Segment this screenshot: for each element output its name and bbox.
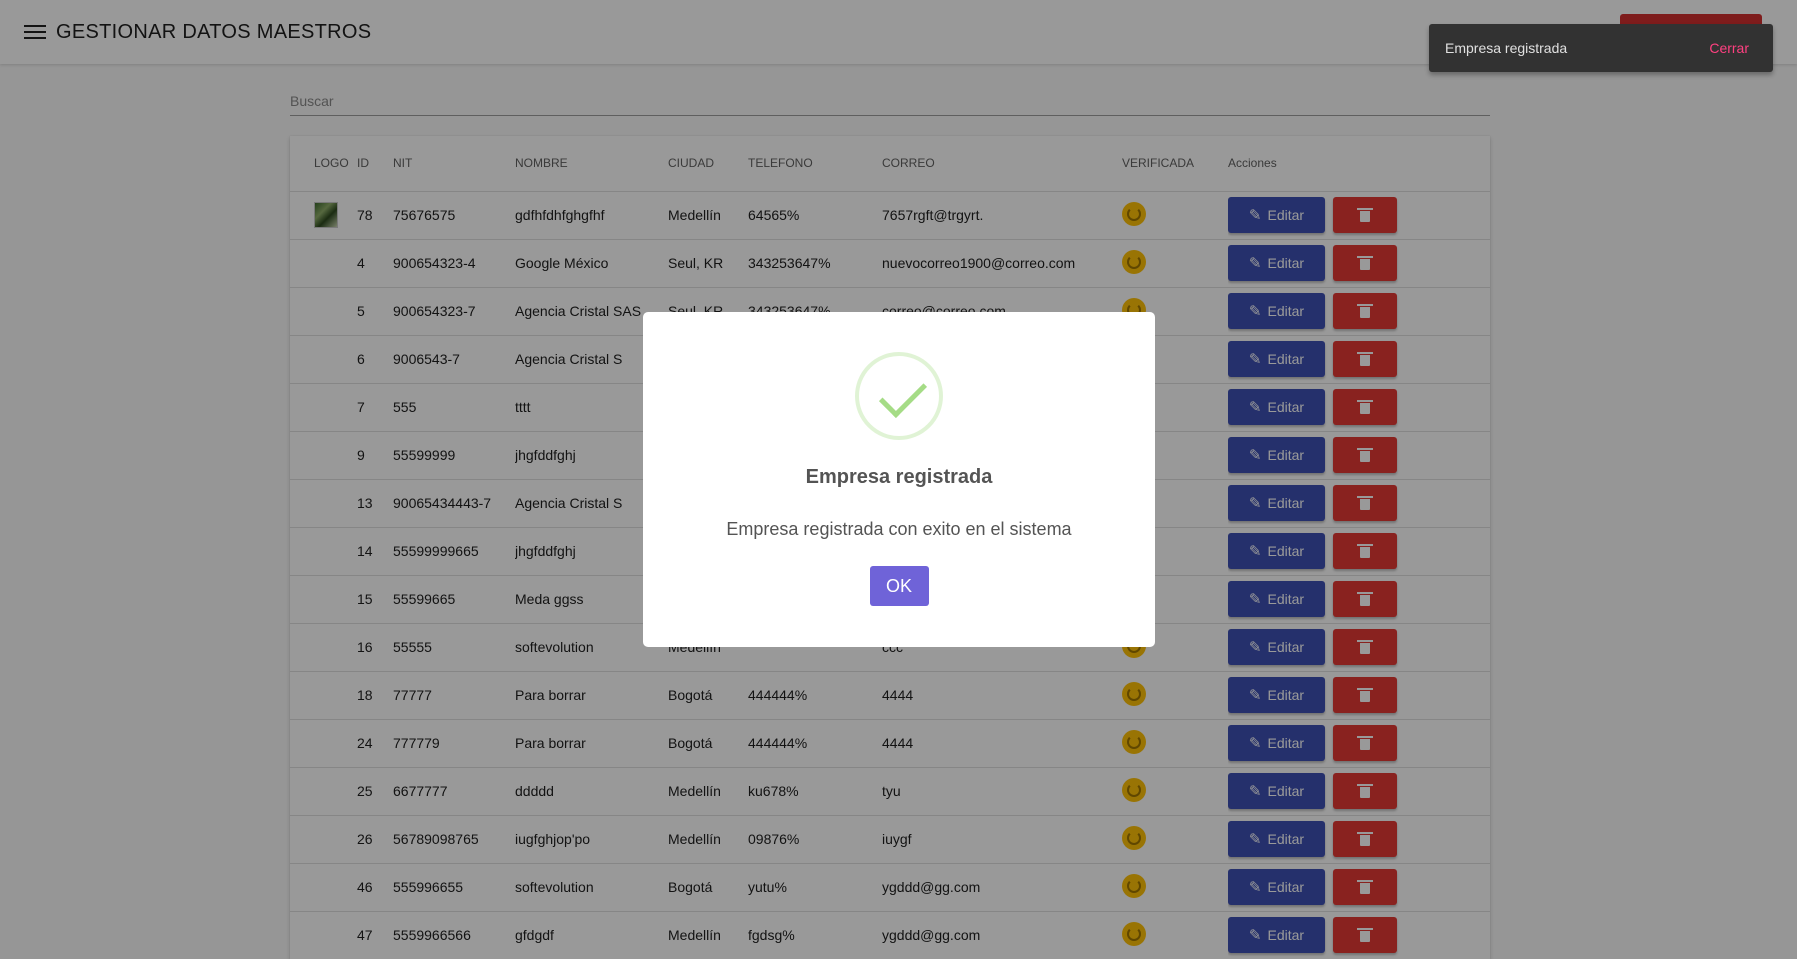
snackbar-message: Empresa registrada	[1445, 40, 1568, 56]
snackbar-close-button[interactable]: Cerrar	[1709, 40, 1749, 56]
success-dialog: Empresa registrada Empresa registrada co…	[643, 312, 1155, 647]
ok-button[interactable]: OK	[869, 566, 929, 606]
dialog-title: Empresa registrada	[805, 466, 993, 488]
snackbar: Empresa registrada Cerrar	[1429, 24, 1773, 72]
success-check-icon	[855, 352, 943, 440]
dialog-text: Empresa registrada con exito en el siste…	[726, 519, 1072, 539]
